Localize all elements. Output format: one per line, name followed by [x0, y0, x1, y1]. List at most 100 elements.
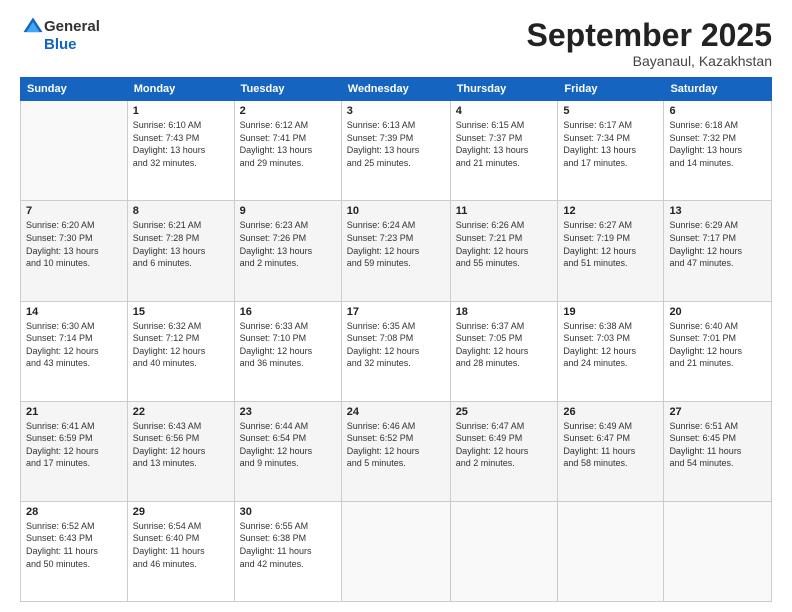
table-row: 15 Sunrise: 6:32 AM Sunset: 7:12 PM Dayli… [127, 301, 234, 401]
col-sunday: Sunday [21, 78, 128, 101]
day-info: Sunrise: 6:49 AM Sunset: 6:47 PM Dayligh… [563, 420, 658, 470]
day-info: Sunrise: 6:23 AM Sunset: 7:26 PM Dayligh… [240, 219, 336, 269]
day-number: 6 [669, 105, 766, 117]
day-number: 20 [669, 306, 766, 318]
day-info: Sunrise: 6:41 AM Sunset: 6:59 PM Dayligh… [26, 420, 122, 470]
table-row: 10 Sunrise: 6:24 AM Sunset: 7:23 PM Dayli… [341, 201, 450, 301]
table-row: 20 Sunrise: 6:40 AM Sunset: 7:01 PM Dayli… [664, 301, 772, 401]
day-info: Sunrise: 6:51 AM Sunset: 6:45 PM Dayligh… [669, 420, 766, 470]
table-row: 7 Sunrise: 6:20 AM Sunset: 7:30 PM Daylig… [21, 201, 128, 301]
calendar-header-row: Sunday Monday Tuesday Wednesday Thursday… [21, 78, 772, 101]
day-number: 28 [26, 506, 122, 518]
day-info: Sunrise: 6:20 AM Sunset: 7:30 PM Dayligh… [26, 219, 122, 269]
day-number: 8 [133, 205, 229, 217]
day-number: 14 [26, 306, 122, 318]
day-number: 16 [240, 306, 336, 318]
page: General Blue September 2025 Bayanaul, Ka… [0, 0, 792, 612]
table-row: 23 Sunrise: 6:44 AM Sunset: 6:54 PM Dayli… [234, 401, 341, 501]
day-info: Sunrise: 6:12 AM Sunset: 7:41 PM Dayligh… [240, 119, 336, 169]
day-info: Sunrise: 6:32 AM Sunset: 7:12 PM Dayligh… [133, 320, 229, 370]
table-row: 11 Sunrise: 6:26 AM Sunset: 7:21 PM Dayli… [450, 201, 558, 301]
table-row: 21Sunrise: 6:41 AM Sunset: 6:59 PM Dayli… [21, 401, 128, 501]
col-thursday: Thursday [450, 78, 558, 101]
day-number: 2 [240, 105, 336, 117]
month-title: September 2025 [527, 18, 772, 53]
day-info: Sunrise: 6:21 AM Sunset: 7:28 PM Dayligh… [133, 219, 229, 269]
day-info: Sunrise: 6:30 AM Sunset: 7:14 PM Dayligh… [26, 320, 122, 370]
day-number: 22 [133, 406, 229, 418]
day-number: 3 [347, 105, 445, 117]
day-number: 1 [133, 105, 229, 117]
day-info: Sunrise: 6:40 AM Sunset: 7:01 PM Dayligh… [669, 320, 766, 370]
table-row: 6 Sunrise: 6:18 AM Sunset: 7:32 PM Daylig… [664, 101, 772, 201]
day-number: 15 [133, 306, 229, 318]
day-info: Sunrise: 6:27 AM Sunset: 7:19 PM Dayligh… [563, 219, 658, 269]
table-row [341, 501, 450, 601]
table-row: 18 Sunrise: 6:37 AM Sunset: 7:05 PM Dayli… [450, 301, 558, 401]
day-number: 11 [456, 205, 553, 217]
table-row: 12 Sunrise: 6:27 AM Sunset: 7:19 PM Dayli… [558, 201, 664, 301]
day-info: Sunrise: 6:33 AM Sunset: 7:10 PM Dayligh… [240, 320, 336, 370]
day-number: 18 [456, 306, 553, 318]
calendar-table: Sunday Monday Tuesday Wednesday Thursday… [20, 77, 772, 602]
title-block: September 2025 Bayanaul, Kazakhstan [527, 18, 772, 69]
logo-icon [22, 16, 44, 38]
table-row: 28 Sunrise: 6:52 AM Sunset: 6:43 PM Dayli… [21, 501, 128, 601]
table-row: 8 Sunrise: 6:21 AM Sunset: 7:28 PM Daylig… [127, 201, 234, 301]
table-row: 26 Sunrise: 6:49 AM Sunset: 6:47 PM Dayli… [558, 401, 664, 501]
table-row: 25Sunrise: 6:47 AM Sunset: 6:49 PM Dayli… [450, 401, 558, 501]
day-number: 27 [669, 406, 766, 418]
day-info: Sunrise: 6:24 AM Sunset: 7:23 PM Dayligh… [347, 219, 445, 269]
table-row: 29Sunrise: 6:54 AM Sunset: 6:40 PM Dayli… [127, 501, 234, 601]
logo-text: General Blue [44, 18, 100, 54]
table-row [664, 501, 772, 601]
day-info: Sunrise: 6:47 AM Sunset: 6:49 PM Dayligh… [456, 420, 553, 470]
table-row: 4Sunrise: 6:15 AM Sunset: 7:37 PM Daylig… [450, 101, 558, 201]
day-info: Sunrise: 6:52 AM Sunset: 6:43 PM Dayligh… [26, 520, 122, 570]
day-info: Sunrise: 6:15 AM Sunset: 7:37 PM Dayligh… [456, 119, 553, 169]
logo: General Blue [20, 18, 100, 54]
day-number: 17 [347, 306, 445, 318]
table-row: 19Sunrise: 6:38 AM Sunset: 7:03 PM Dayli… [558, 301, 664, 401]
table-row: 3 Sunrise: 6:13 AM Sunset: 7:39 PM Daylig… [341, 101, 450, 201]
day-info: Sunrise: 6:35 AM Sunset: 7:08 PM Dayligh… [347, 320, 445, 370]
table-row: 24 Sunrise: 6:46 AM Sunset: 6:52 PM Dayli… [341, 401, 450, 501]
table-row: 16 Sunrise: 6:33 AM Sunset: 7:10 PM Dayli… [234, 301, 341, 401]
table-row: 17 Sunrise: 6:35 AM Sunset: 7:08 PM Dayli… [341, 301, 450, 401]
table-row: 9 Sunrise: 6:23 AM Sunset: 7:26 PM Daylig… [234, 201, 341, 301]
col-saturday: Saturday [664, 78, 772, 101]
day-info: Sunrise: 6:44 AM Sunset: 6:54 PM Dayligh… [240, 420, 336, 470]
day-info: Sunrise: 6:26 AM Sunset: 7:21 PM Dayligh… [456, 219, 553, 269]
day-info: Sunrise: 6:10 AM Sunset: 7:43 PM Dayligh… [133, 119, 229, 169]
header: General Blue September 2025 Bayanaul, Ka… [20, 18, 772, 69]
day-number: 29 [133, 506, 229, 518]
day-number: 9 [240, 205, 336, 217]
table-row: 30Sunrise: 6:55 AM Sunset: 6:38 PM Dayli… [234, 501, 341, 601]
day-info: Sunrise: 6:55 AM Sunset: 6:38 PM Dayligh… [240, 520, 336, 570]
day-number: 12 [563, 205, 658, 217]
day-info: Sunrise: 6:17 AM Sunset: 7:34 PM Dayligh… [563, 119, 658, 169]
day-info: Sunrise: 6:13 AM Sunset: 7:39 PM Dayligh… [347, 119, 445, 169]
col-wednesday: Wednesday [341, 78, 450, 101]
table-row: 1 Sunrise: 6:10 AM Sunset: 7:43 PM Daylig… [127, 101, 234, 201]
table-row: 2 Sunrise: 6:12 AM Sunset: 7:41 PM Daylig… [234, 101, 341, 201]
day-info: Sunrise: 6:37 AM Sunset: 7:05 PM Dayligh… [456, 320, 553, 370]
day-number: 24 [347, 406, 445, 418]
day-number: 19 [563, 306, 658, 318]
day-number: 13 [669, 205, 766, 217]
day-number: 23 [240, 406, 336, 418]
day-number: 5 [563, 105, 658, 117]
day-info: Sunrise: 6:29 AM Sunset: 7:17 PM Dayligh… [669, 219, 766, 269]
table-row [558, 501, 664, 601]
day-number: 10 [347, 205, 445, 217]
table-row: 22Sunrise: 6:43 AM Sunset: 6:56 PM Dayli… [127, 401, 234, 501]
day-info: Sunrise: 6:46 AM Sunset: 6:52 PM Dayligh… [347, 420, 445, 470]
col-friday: Friday [558, 78, 664, 101]
day-number: 26 [563, 406, 658, 418]
day-number: 7 [26, 205, 122, 217]
logo-blue: Blue [44, 36, 77, 53]
table-row: 5 Sunrise: 6:17 AM Sunset: 7:34 PM Daylig… [558, 101, 664, 201]
day-info: Sunrise: 6:18 AM Sunset: 7:32 PM Dayligh… [669, 119, 766, 169]
table-row: 27 Sunrise: 6:51 AM Sunset: 6:45 PM Dayli… [664, 401, 772, 501]
logo-general: General [44, 18, 100, 35]
